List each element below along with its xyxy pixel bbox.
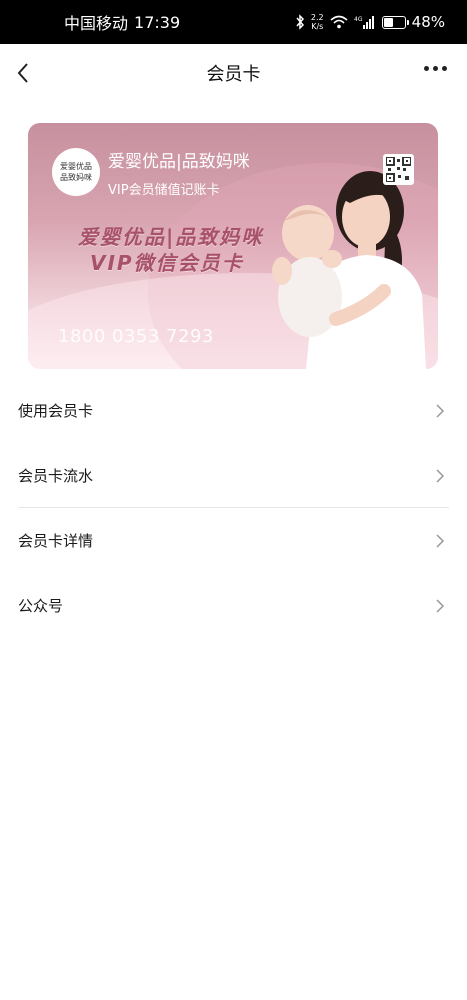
- battery-fill: [383, 17, 393, 27]
- menu-list: 使用会员卡 会员卡流水 会员卡详情 公众号: [0, 378, 467, 638]
- menu-item-label: 使用会员卡: [18, 402, 94, 420]
- signal-icon: 4G: [354, 16, 374, 29]
- qr-code-icon[interactable]: [383, 154, 414, 185]
- more-dot: [424, 66, 429, 71]
- chevron-left-icon[interactable]: [12, 58, 36, 88]
- more-dot: [442, 66, 447, 71]
- menu-item-label: 会员卡流水: [18, 467, 94, 485]
- battery-icon: [381, 15, 409, 29]
- mother-baby-photo: [272, 171, 426, 369]
- menu-item-card-transactions[interactable]: 会员卡流水: [0, 443, 467, 508]
- nav-bar: 会员卡: [0, 44, 467, 102]
- menu-item-label: 会员卡详情: [18, 532, 94, 550]
- chevron-right-icon: [436, 598, 445, 613]
- menu-item-label: 公众号: [18, 597, 64, 615]
- card-number: 1800 0353 7293: [58, 326, 214, 347]
- more-dot: [433, 66, 438, 71]
- more-dots-icon[interactable]: [424, 66, 447, 71]
- card-brand-name: 爱婴优品|品致妈咪: [108, 152, 250, 172]
- logo-line-2: 品致妈咪: [60, 173, 92, 182]
- network-speed-value: 2.2: [310, 13, 324, 22]
- bluetooth-icon: [296, 14, 304, 30]
- membership-card[interactable]: 爱婴优品 品致妈咪 爱婴优品|品致妈咪 VIP会员储值记账卡 爱婴优品|品致妈咪…: [28, 123, 438, 369]
- brand-logo: 爱婴优品 品致妈咪: [52, 148, 100, 196]
- logo-line-1: 爱婴优品: [60, 162, 92, 171]
- menu-item-card-details[interactable]: 会员卡详情: [0, 508, 467, 573]
- carrier-name: 中国移动: [64, 14, 129, 33]
- network-speed-unit: K/s: [311, 22, 324, 31]
- chevron-right-icon: [436, 468, 445, 483]
- clock: 17:39: [134, 12, 181, 32]
- battery-percent: 48%: [411, 13, 445, 31]
- status-left: 中国移动 17:39: [64, 10, 180, 34]
- svg-text:4G: 4G: [354, 16, 363, 23]
- chevron-right-icon: [436, 533, 445, 548]
- status-bar: 中国移动 17:39 2.2 K/s 4G 48%: [0, 0, 467, 44]
- menu-item-official-account[interactable]: 公众号: [0, 573, 467, 638]
- card-slogan-line-2: VIP微信会员卡: [90, 251, 244, 275]
- menu-item-use-card[interactable]: 使用会员卡: [0, 378, 467, 443]
- wifi-icon: [330, 15, 348, 29]
- page-title: 会员卡: [206, 64, 261, 85]
- network-speed: 2.2 K/s: [311, 13, 324, 31]
- card-subtitle: VIP会员储值记账卡: [108, 183, 220, 198]
- status-right: 2.2 K/s 4G 48%: [295, 13, 445, 31]
- card-slogan-line-1: 爱婴优品|品致妈咪: [78, 225, 264, 249]
- chevron-right-icon: [436, 403, 445, 418]
